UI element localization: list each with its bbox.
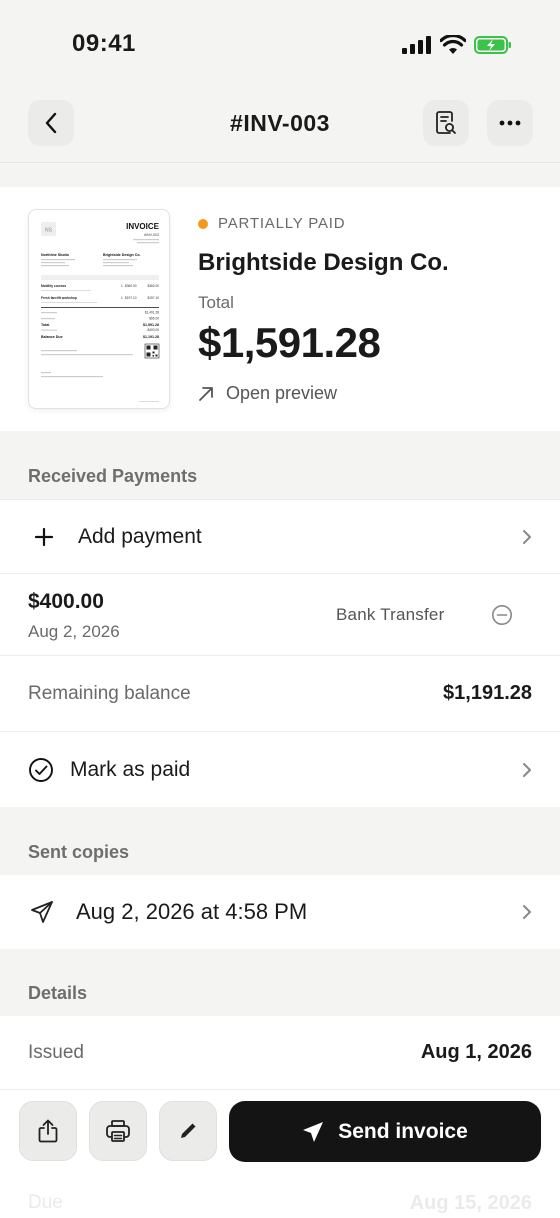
open-preview-label: Open preview	[226, 383, 338, 403]
payment-status: PARTIALLY PAID	[198, 215, 345, 232]
bottom-toolbar: Send invoice	[0, 1101, 560, 1163]
remaining-balance-value: $1,191.28	[443, 682, 532, 704]
thumb-item-1-qty: 1	[121, 284, 123, 288]
thumb-item-2-price: $197.10	[125, 296, 137, 300]
thumb-total: $1,591.28	[143, 323, 159, 327]
document-search-icon	[436, 111, 456, 134]
printer-icon	[106, 1120, 130, 1142]
thumb-item-2-qty: 1	[121, 296, 123, 300]
sent-copies-card: Aug 2, 2026 at 4:58 PM	[0, 875, 560, 949]
qr-code-icon	[144, 343, 160, 359]
status-bar: 09:41	[0, 0, 560, 90]
plus-icon	[34, 527, 54, 546]
add-payment-row[interactable]: Add payment	[0, 499, 560, 574]
thumb-from-name: Northline Studio	[41, 253, 70, 257]
thumb-heading: INVOICE	[126, 222, 160, 231]
issued-value: Aug 1, 2026	[420, 1041, 532, 1063]
wifi-icon	[440, 35, 466, 54]
sent-copies-heading: Sent copies	[28, 842, 130, 862]
issued-row: Issued Aug 1, 2026	[0, 1016, 560, 1090]
chevron-right-icon	[523, 762, 531, 777]
status-time: 09:41	[72, 30, 136, 57]
details-heading: Details	[28, 983, 88, 1003]
arrow-up-right-icon	[199, 386, 213, 401]
invoice-thumbnail[interactable]: NS INVOICE #INV-003 Northline Studio Bri…	[28, 209, 170, 409]
pencil-icon	[181, 1123, 196, 1138]
print-button[interactable]	[89, 1101, 147, 1161]
status-icons	[402, 35, 512, 55]
due-label: Due	[28, 1192, 63, 1213]
thumb-item-2-amount: $197.10	[147, 296, 159, 300]
thumb-paid: -$400.00	[146, 328, 159, 332]
page-title: #INV-003	[230, 110, 330, 136]
client-name: Brightside Design Co.	[198, 249, 449, 276]
thumb-item-1-price: $360.00	[125, 284, 137, 288]
header-divider	[0, 162, 560, 163]
thumb-item-2: Fresh facelift workshop	[41, 296, 77, 300]
check-circle-icon	[29, 757, 53, 782]
send-invoice-label: Send invoice	[338, 1119, 468, 1143]
share-button[interactable]	[19, 1101, 77, 1161]
chevron-right-icon	[523, 529, 531, 544]
send-outline-icon	[31, 901, 53, 923]
payment-entry-row: $400.00 Aug 2, 2026 Bank Transfer	[0, 574, 560, 656]
status-dot	[198, 218, 208, 229]
remove-payment-icon[interactable]	[491, 604, 513, 626]
thumb-total-label: Total	[41, 323, 49, 327]
cellular-signal-icon	[402, 36, 431, 54]
thumb-balance-label: Balance Due	[41, 335, 63, 339]
send-invoice-button[interactable]: Send invoice	[229, 1101, 541, 1162]
edit-button[interactable]	[159, 1101, 217, 1161]
due-row-faded: Due Aug 15, 2026	[0, 1190, 560, 1218]
total-label: Total	[198, 293, 234, 312]
chevron-right-icon	[523, 905, 531, 919]
nav-bar: #INV-003	[0, 100, 560, 148]
more-options-button[interactable]	[487, 100, 533, 146]
thumb-balance: $1,191.28	[143, 335, 159, 339]
open-preview-link[interactable]: Open preview	[198, 383, 337, 404]
more-horizontal-icon	[499, 120, 521, 126]
thumb-tax: $96.00	[149, 317, 159, 321]
invoice-summary-card: NS INVOICE #INV-003 Northline Studio Bri…	[0, 187, 560, 431]
payment-date: Aug 2, 2026	[28, 622, 120, 641]
share-icon	[38, 1119, 58, 1143]
thumb-logo: NS	[45, 228, 53, 234]
sent-copy-row[interactable]: Aug 2, 2026 at 4:58 PM	[0, 875, 560, 949]
invoice-preview-button[interactable]	[423, 100, 469, 146]
invoice-thumbnail-graphic: NS INVOICE #INV-003 Northline Studio Bri…	[41, 222, 160, 402]
total-amount: $1,591.28	[198, 319, 381, 366]
payments-card: Add payment $400.00 Aug 2, 2026 Bank Tra…	[0, 499, 560, 807]
thumb-item-1-amount: $360.00	[147, 284, 159, 288]
due-value: Aug 15, 2026	[409, 1192, 532, 1214]
thumb-item-1: Mobility courses	[41, 284, 66, 288]
remaining-balance-row: Remaining balance $1,191.28	[0, 656, 560, 732]
battery-charging-icon	[474, 36, 511, 54]
issued-label: Issued	[28, 1041, 84, 1063]
remaining-balance-label: Remaining balance	[28, 682, 191, 704]
sent-copy-date: Aug 2, 2026 at 4:58 PM	[76, 899, 308, 924]
thumb-number: #INV-003	[144, 233, 159, 237]
send-icon	[303, 1121, 324, 1142]
add-payment-label: Add payment	[78, 524, 202, 548]
mark-as-paid-row[interactable]: Mark as paid	[0, 732, 560, 807]
payment-method: Bank Transfer	[336, 605, 445, 624]
thumb-subtotal: $1,491.28	[145, 311, 159, 315]
status-badge: PARTIALLY PAID	[218, 215, 346, 232]
received-payments-heading: Received Payments	[28, 466, 198, 486]
thumb-to-name: Brightside Design Co.	[103, 253, 141, 257]
mark-as-paid-label: Mark as paid	[70, 757, 191, 781]
payment-amount: $400.00	[28, 590, 104, 613]
